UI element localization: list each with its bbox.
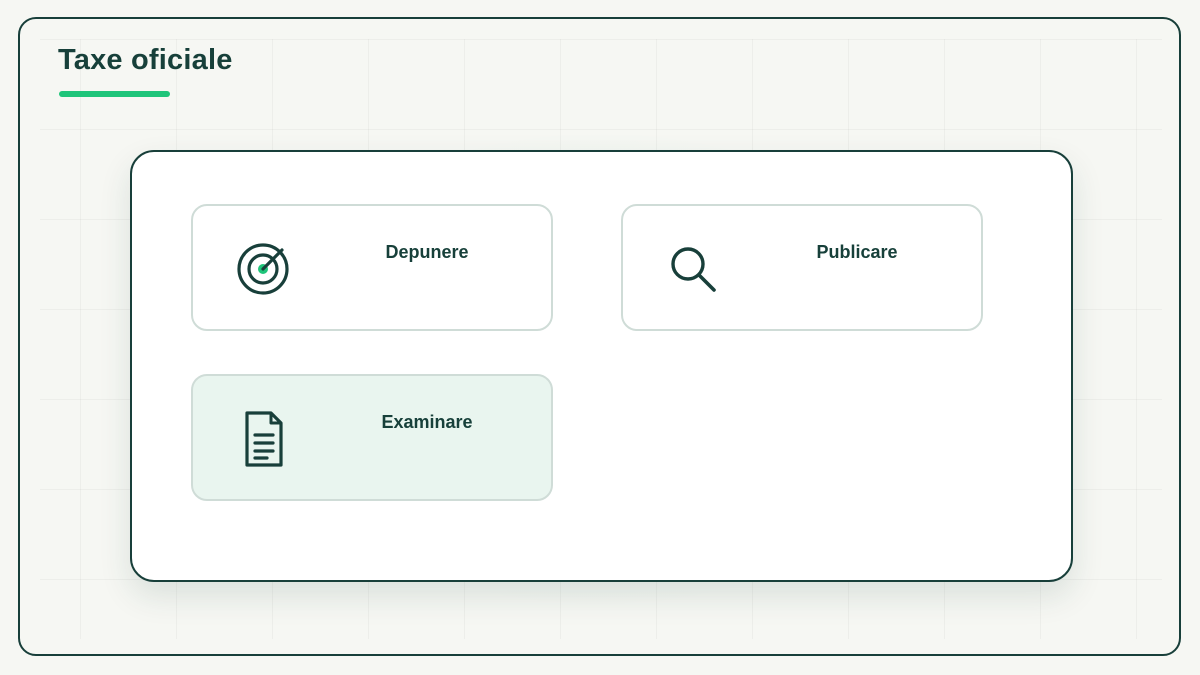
card-label-publicare: Publicare: [816, 242, 898, 262]
fees-panel: Depunere Publicare Examinare: [130, 150, 1073, 582]
card-publicare[interactable]: Publicare: [621, 204, 983, 331]
title-underline: [59, 91, 170, 97]
card-label-examinare: Examinare: [381, 412, 473, 432]
page-title: Taxe oficiale: [58, 44, 233, 76]
search-icon: [663, 239, 723, 299]
document-icon: [233, 409, 293, 469]
outer-frame: Taxe oficiale Depunere Publicare Examina…: [18, 17, 1181, 656]
card-depunere[interactable]: Depunere: [191, 204, 553, 331]
card-label-depunere: Depunere: [385, 242, 469, 262]
card-examinare[interactable]: Examinare: [191, 374, 553, 501]
target-icon: [233, 239, 293, 299]
